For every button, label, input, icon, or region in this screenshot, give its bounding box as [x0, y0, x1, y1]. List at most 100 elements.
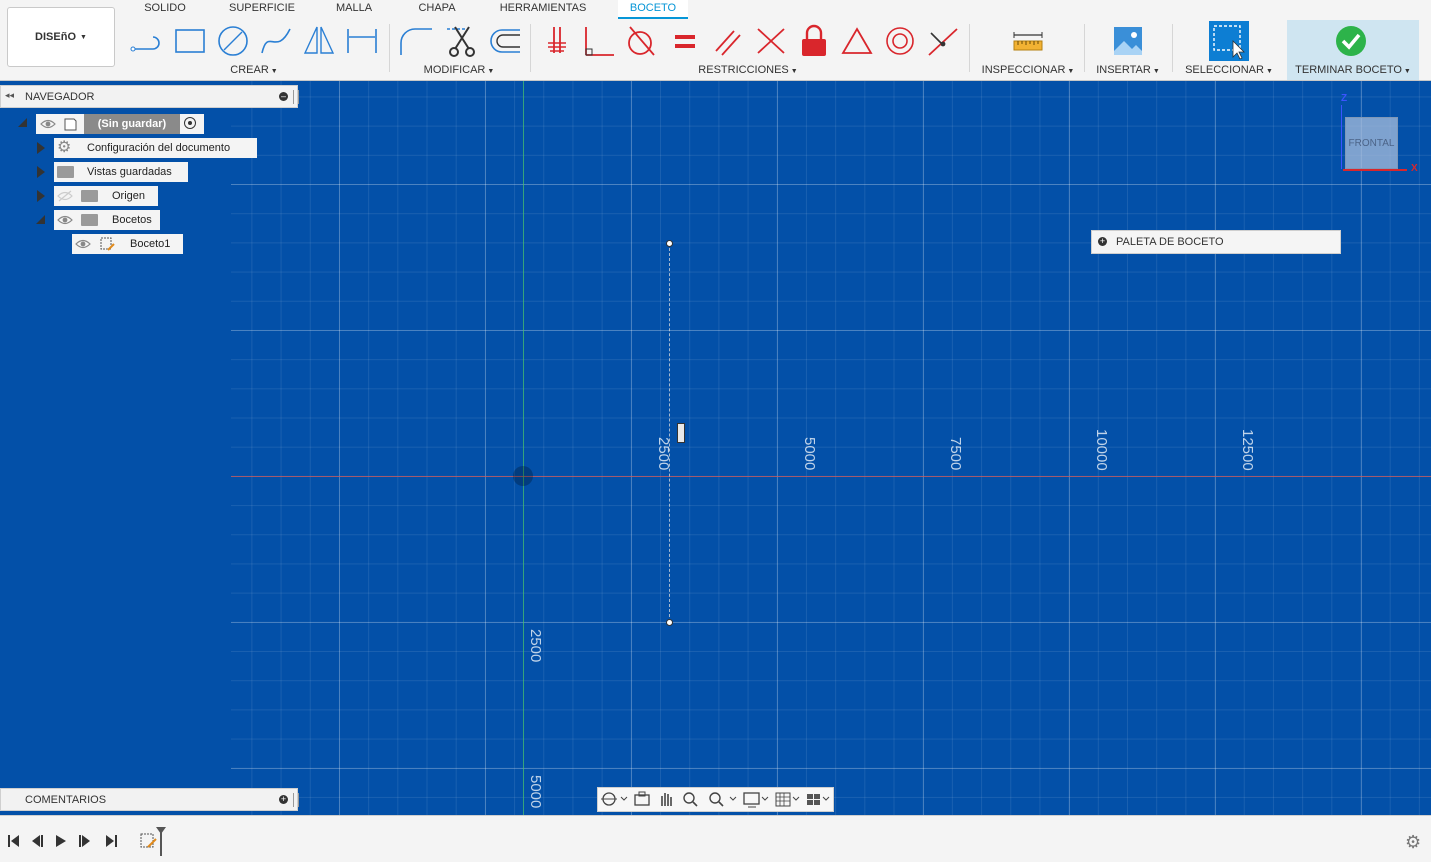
tab-herramientas[interactable]: HERRAMIENTAS [497, 0, 589, 17]
tab-malla[interactable]: MALLA [332, 0, 376, 17]
sketch-canvas[interactable]: 2500 5000 7500 10000 12500 2500 5000 FRO… [231, 81, 1431, 815]
restricciones-menu[interactable]: RESTRICCIONES ▼ [696, 64, 800, 76]
spline-icon[interactable] [258, 23, 294, 59]
seleccionar-menu[interactable]: SELECCIONAR ▼ [1183, 64, 1275, 76]
activate-radio-icon[interactable] [184, 117, 196, 129]
gear-icon[interactable]: ⚙ [1405, 833, 1421, 851]
crear-menu[interactable]: CREAR ▼ [222, 64, 286, 76]
axis-label: 2500 [655, 437, 672, 471]
eye-hidden-icon[interactable] [57, 189, 73, 203]
eye-icon[interactable] [40, 117, 56, 131]
orbit-icon[interactable] [601, 792, 628, 806]
coincident-icon[interactable] [925, 23, 961, 59]
go-to-end-icon[interactable] [106, 835, 117, 847]
browser-node-origin[interactable]: Origen [54, 186, 158, 206]
timeline-sketch-icon[interactable] [140, 833, 157, 848]
node-label: Origen [112, 190, 146, 202]
collapse-panel-icon[interactable]: ◂◂ [5, 90, 14, 101]
measure-icon[interactable] [1010, 23, 1046, 59]
vertical-constraint-glyph[interactable] [677, 423, 685, 443]
fillet-icon[interactable] [398, 23, 434, 59]
display-settings-icon[interactable] [743, 792, 769, 808]
chevron-down-icon: ▼ [1067, 68, 1075, 75]
collapse-triangle-icon[interactable] [18, 118, 27, 127]
zoom-icon[interactable] [683, 792, 698, 807]
expand-triangle-icon[interactable] [37, 142, 45, 154]
browser-node-saved-views[interactable]: Vistas guardadas [54, 162, 188, 182]
mirror-icon[interactable] [301, 23, 337, 59]
node-label: Configuración del documento [87, 142, 231, 154]
browser-node-sketch1[interactable]: Boceto1 [72, 234, 183, 254]
expand-triangle-icon[interactable] [37, 190, 45, 202]
insertar-label: INSERTAR [1096, 64, 1151, 76]
sketch-palette[interactable]: + PALETA DE BOCETO [1091, 230, 1341, 254]
drag-handle-icon[interactable] [293, 793, 299, 807]
play-icon[interactable] [56, 835, 66, 847]
pan-icon[interactable] [661, 793, 672, 806]
eye-icon[interactable] [75, 237, 91, 251]
circle-icon[interactable] [215, 23, 251, 59]
lock-icon[interactable] [796, 23, 832, 59]
chevron-down-icon: ▼ [1152, 68, 1160, 75]
terminar-boceto-menu[interactable]: TERMINAR BOCETO ▼ [1291, 64, 1415, 76]
folder-icon [81, 190, 98, 202]
checkmark-icon[interactable] [1335, 25, 1367, 57]
tangent-icon[interactable] [624, 23, 660, 59]
viewcube[interactable]: FRONTAL [1345, 117, 1398, 169]
trim-icon[interactable] [443, 23, 479, 59]
minimize-icon[interactable]: – [279, 92, 288, 101]
offset-icon[interactable] [486, 23, 522, 59]
sketch-endpoint[interactable] [666, 619, 673, 626]
look-at-icon[interactable] [634, 791, 650, 806]
add-comment-icon[interactable]: + [279, 795, 288, 804]
inspeccionar-menu[interactable]: INSPECCIONAR ▼ [980, 64, 1076, 76]
fix-icon[interactable] [540, 23, 576, 59]
tab-boceto[interactable]: BOCETO [618, 0, 688, 19]
collapse-triangle-icon[interactable] [36, 215, 45, 224]
expand-triangle-icon[interactable] [37, 166, 45, 178]
go-to-start-icon[interactable] [8, 835, 19, 847]
insertar-menu[interactable]: INSERTAR ▼ [1094, 64, 1162, 76]
equal-icon[interactable] [667, 23, 703, 59]
chevron-down-icon: ▼ [1265, 68, 1273, 75]
grid-settings-icon[interactable] [775, 792, 800, 807]
eye-icon[interactable] [57, 213, 73, 227]
workspace-switcher[interactable]: DISEñO ▼ [7, 7, 115, 67]
comments-panel[interactable]: COMENTARIOS + [0, 788, 299, 811]
modificar-menu[interactable]: MODIFICAR ▼ [418, 64, 500, 76]
rectangle-icon[interactable] [172, 23, 208, 59]
perpendicular-icon[interactable] [582, 23, 618, 59]
axis-label: 5000 [801, 437, 818, 471]
line-icon[interactable] [129, 23, 165, 59]
tab-chapa[interactable]: CHAPA [414, 0, 460, 17]
restricciones-label: RESTRICCIONES [698, 64, 789, 76]
browser-root-node[interactable]: (Sin guardar) [36, 114, 204, 134]
viewports-icon[interactable] [807, 794, 830, 805]
concentric-icon[interactable] [882, 23, 918, 59]
origin-point[interactable] [513, 466, 533, 486]
parallel-icon[interactable] [710, 23, 746, 59]
tab-solido[interactable]: SOLIDO [140, 0, 190, 17]
expand-icon[interactable]: + [1098, 237, 1107, 246]
timeline-marker[interactable] [156, 827, 166, 856]
drag-handle-icon[interactable] [293, 90, 299, 104]
step-back-icon[interactable] [32, 835, 43, 847]
step-forward-icon[interactable] [79, 835, 90, 847]
image-icon[interactable] [1110, 23, 1146, 59]
folder-icon [57, 166, 74, 178]
divider [969, 24, 970, 72]
tab-superficie[interactable]: SUPERFICIE [228, 0, 296, 17]
sketch-endpoint[interactable] [666, 240, 673, 247]
navigator-header: ◂◂ NAVEGADOR – [0, 85, 299, 108]
browser-node-settings[interactable]: ⚙ Configuración del documento [54, 138, 257, 158]
triangle-icon[interactable] [839, 23, 875, 59]
sketch-line[interactable] [669, 243, 671, 622]
chevron-down-icon: ▼ [80, 33, 87, 41]
dimension-icon[interactable] [344, 23, 380, 59]
browser-node-sketches[interactable]: Bocetos [54, 210, 160, 230]
select-icon[interactable] [1209, 21, 1249, 61]
axis-label: 7500 [947, 437, 964, 471]
viewcube-x-axis [1343, 169, 1407, 171]
fit-icon[interactable] [709, 792, 737, 807]
midpoint-icon[interactable] [753, 23, 789, 59]
